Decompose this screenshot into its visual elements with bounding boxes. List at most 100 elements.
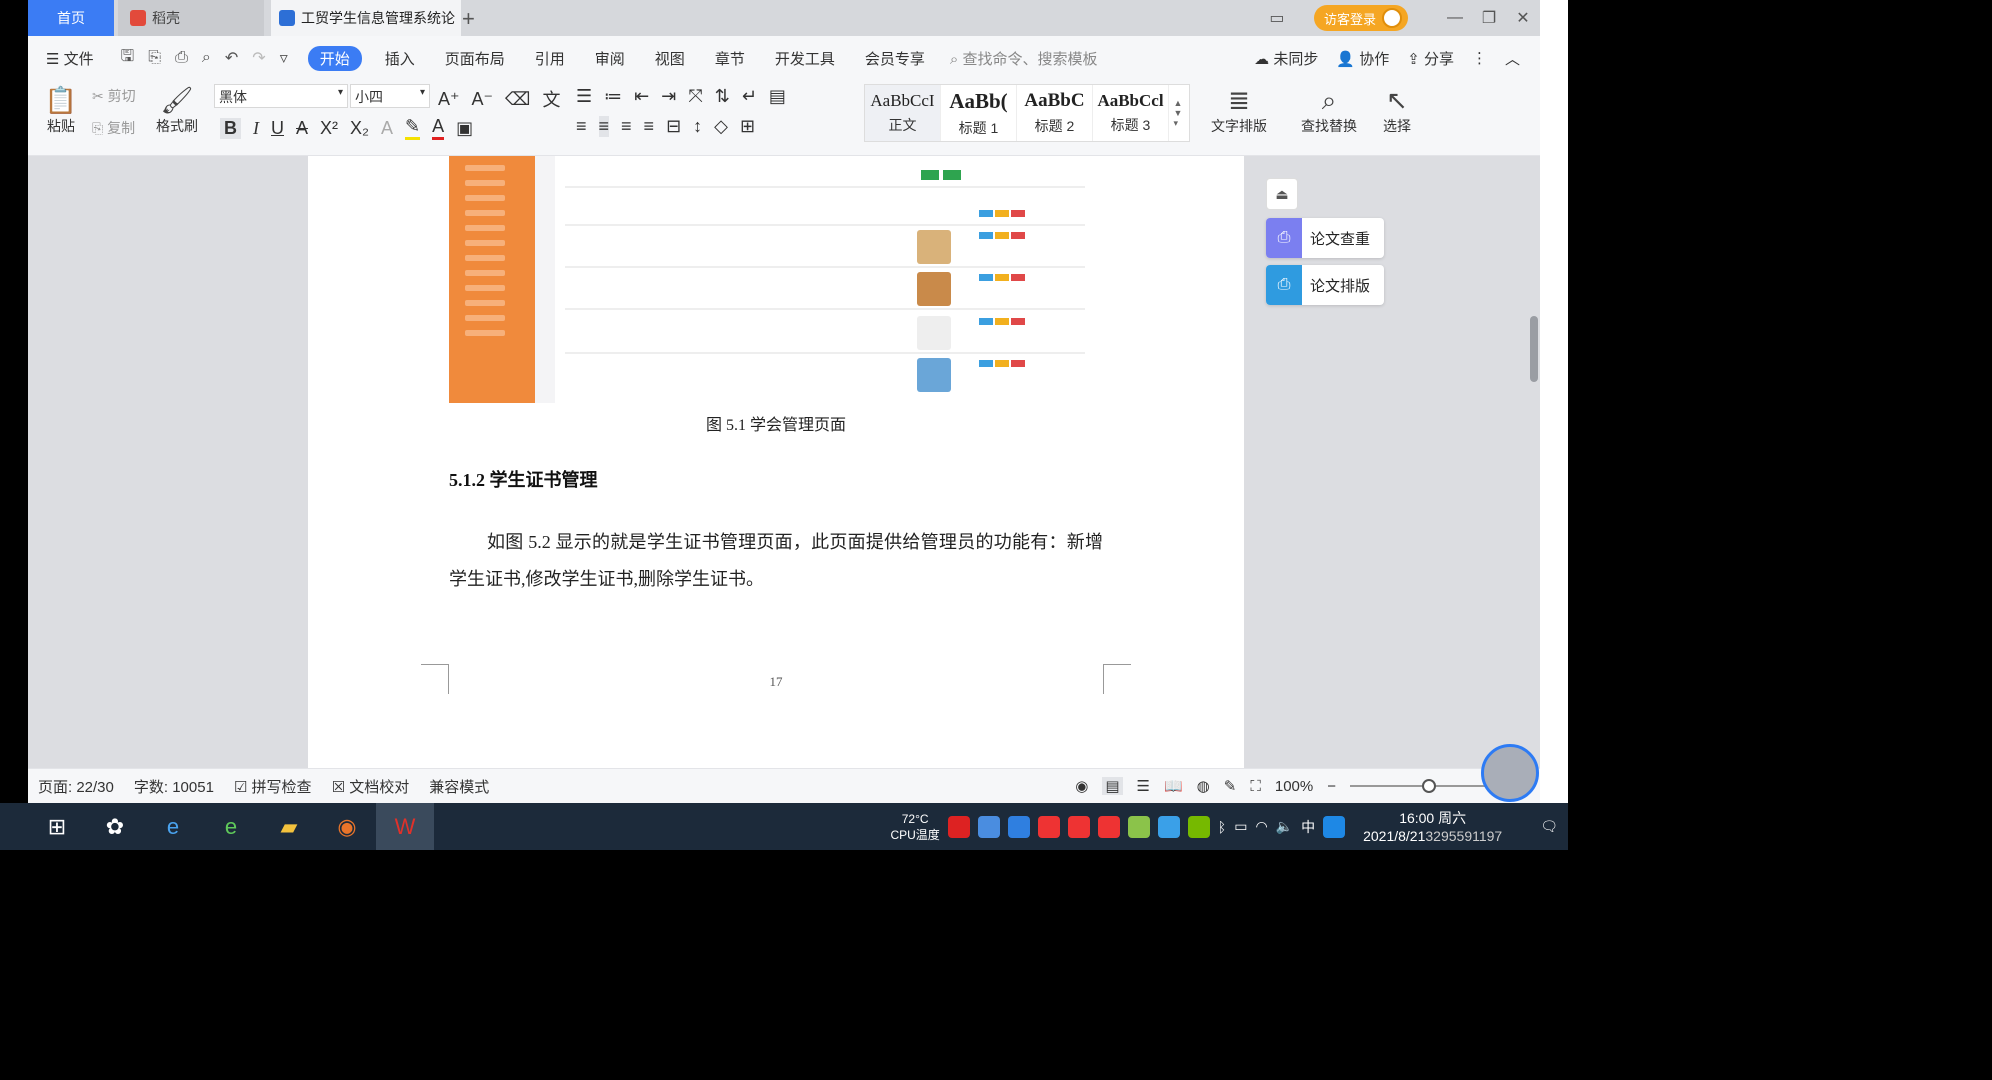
- align-center-icon[interactable]: ≡: [598, 116, 610, 137]
- line-spacing-icon[interactable]: ↕: [693, 116, 702, 137]
- tab-chapter[interactable]: 章节: [715, 48, 745, 69]
- command-search[interactable]: ⌕ 查找命令、搜索模板: [950, 48, 1098, 69]
- tab-developer[interactable]: 开发工具: [775, 48, 835, 69]
- tab-member[interactable]: 会员专享: [865, 48, 925, 69]
- bold-icon[interactable]: B: [220, 117, 241, 139]
- visitor-login-button[interactable]: 访客登录: [1313, 5, 1408, 31]
- style-gallery-scroll[interactable]: ▲ ▼ ▾: [1169, 85, 1187, 141]
- word-count[interactable]: 字数: 10051: [134, 776, 214, 797]
- sort-icon[interactable]: ⇅: [715, 86, 730, 107]
- panel-collapse-icon[interactable]: ⏏: [1266, 178, 1298, 210]
- bullet-list-icon[interactable]: ☰: [576, 86, 592, 107]
- notification-icon[interactable]: 🗨: [1540, 818, 1558, 835]
- wifi-icon[interactable]: ◠: [1255, 818, 1267, 835]
- eye-protect-icon[interactable]: ◉: [1075, 777, 1088, 795]
- style-heading-1[interactable]: AaBb(标题 1: [941, 85, 1017, 141]
- start-icon[interactable]: ⊞: [28, 803, 86, 850]
- assistant-bubble-icon[interactable]: [1481, 744, 1539, 802]
- font-name-select[interactable]: 黑体 ▾: [214, 84, 348, 108]
- write-mode-icon[interactable]: ✎: [1224, 777, 1237, 795]
- page-indicator[interactable]: 页面: 22/30: [38, 776, 114, 797]
- web-view-icon[interactable]: ◍: [1197, 777, 1210, 795]
- tab-home[interactable]: 首页: [28, 0, 114, 36]
- browser-icon[interactable]: e: [202, 803, 260, 850]
- font-color-icon[interactable]: A: [432, 116, 445, 140]
- print-icon[interactable]: ⎙: [175, 49, 188, 67]
- distribute-icon[interactable]: ⊟: [666, 116, 681, 137]
- ie-icon[interactable]: e: [144, 803, 202, 850]
- cut-button[interactable]: ✂ 剪切: [92, 86, 136, 106]
- ime-indicator[interactable]: 中: [1301, 817, 1315, 837]
- fit-page-icon[interactable]: ⛶: [1250, 778, 1261, 795]
- battery-icon[interactable]: ▭: [1234, 818, 1247, 835]
- decrease-indent-icon[interactable]: ⇤: [634, 86, 649, 107]
- export-icon[interactable]: ⎘: [148, 49, 161, 67]
- style-normal[interactable]: AaBbCcI 正文: [865, 85, 941, 141]
- read-view-icon[interactable]: 📖: [1164, 777, 1183, 795]
- align-left-icon[interactable]: ≡: [576, 116, 587, 137]
- save-icon[interactable]: 🖫: [121, 45, 135, 72]
- explorer-icon[interactable]: ▰: [260, 803, 318, 850]
- tab-review[interactable]: 审阅: [595, 48, 625, 69]
- tab-insert[interactable]: 插入: [385, 48, 415, 69]
- collapse-ribbon-icon[interactable]: ︿: [1505, 48, 1520, 69]
- style-heading-3[interactable]: AaBbCcl 标题 3: [1093, 85, 1169, 141]
- highlight-icon[interactable]: ✎: [405, 116, 421, 140]
- align-right-icon[interactable]: ≡: [621, 116, 632, 137]
- text-effect-icon[interactable]: A: [381, 118, 393, 139]
- page-view-icon[interactable]: ▤: [1102, 777, 1123, 795]
- zoom-out-icon[interactable]: −: [1327, 778, 1336, 795]
- tab-start[interactable]: 开始: [307, 45, 362, 71]
- share-button[interactable]: ⇪ 分享: [1407, 48, 1454, 69]
- format-painter-button[interactable]: 🖌 格式刷: [152, 84, 202, 136]
- char-border-icon[interactable]: ▣: [456, 118, 473, 139]
- zoom-level[interactable]: 100%: [1275, 778, 1313, 795]
- grow-font-icon[interactable]: A⁺: [438, 89, 460, 110]
- game-icon[interactable]: ◉: [318, 803, 376, 850]
- paste-button[interactable]: 📋 粘贴: [36, 84, 86, 136]
- phonetic-icon[interactable]: 文: [542, 86, 560, 112]
- outline-view-icon[interactable]: ☰: [1137, 777, 1150, 795]
- show-marks-icon[interactable]: ↵: [742, 86, 757, 107]
- numbered-list-icon[interactable]: ≔: [604, 86, 622, 107]
- paper-layout-button[interactable]: ⎙ 论文排版: [1266, 265, 1384, 305]
- tray-app-icon[interactable]: [1037, 815, 1060, 838]
- tray-app-icon[interactable]: [1323, 815, 1346, 838]
- zoom-slider-thumb[interactable]: [1422, 779, 1436, 793]
- clock[interactable]: 16:00 周六 2021/8/213295591197: [1363, 809, 1502, 845]
- chinese-layout-icon[interactable]: ⤧: [688, 86, 702, 107]
- bluetooth-icon[interactable]: ᛒ: [1218, 819, 1226, 835]
- style-heading-2[interactable]: AaBbC 标题 2: [1017, 85, 1093, 141]
- tab-references[interactable]: 引用: [535, 48, 565, 69]
- tab-document[interactable]: 工贸学生信息管理系统论: [271, 0, 461, 36]
- shading-icon[interactable]: ◇: [714, 116, 728, 137]
- tray-app-icon[interactable]: [947, 815, 970, 838]
- new-tab-button[interactable]: +: [462, 6, 475, 32]
- increase-indent-icon[interactable]: ⇥: [661, 86, 676, 107]
- select-button[interactable]: ↖ 选择: [1372, 84, 1422, 136]
- more-icon[interactable]: ⋮: [1472, 49, 1487, 67]
- italic-icon[interactable]: I: [253, 118, 259, 139]
- spell-check-button[interactable]: ☑ 拼写检查: [234, 776, 312, 797]
- shield-icon[interactable]: [1007, 815, 1030, 838]
- nvidia-icon[interactable]: [1187, 815, 1210, 838]
- strikethrough-icon[interactable]: A: [296, 118, 308, 139]
- subscript-icon[interactable]: X₂: [350, 118, 369, 139]
- underline-icon[interactable]: U: [271, 118, 284, 139]
- tray-app-icon[interactable]: [1067, 815, 1090, 838]
- borders-icon[interactable]: ⊞: [740, 116, 755, 137]
- proofread-button[interactable]: ☒ 文档校对: [332, 776, 410, 797]
- copy-button[interactable]: ⎘ 复制: [92, 118, 135, 138]
- ruler-icon[interactable]: ▤: [769, 86, 786, 107]
- tray-app-icon[interactable]: [977, 815, 1000, 838]
- app-icon[interactable]: ✿: [86, 803, 144, 850]
- preview-icon[interactable]: ⌕: [202, 49, 211, 67]
- minimize-icon[interactable]: —: [1438, 9, 1472, 27]
- paper-check-button[interactable]: ⎙ 论文查重: [1266, 218, 1384, 258]
- tray-app-icon[interactable]: [1157, 815, 1180, 838]
- tab-page-layout[interactable]: 页面布局: [445, 48, 505, 69]
- undo-icon[interactable]: ↶: [225, 48, 238, 68]
- find-replace-button[interactable]: ⌕ 查找替换: [1294, 84, 1364, 136]
- vertical-scrollbar[interactable]: [1528, 156, 1540, 768]
- redo-icon[interactable]: ↷: [252, 48, 265, 68]
